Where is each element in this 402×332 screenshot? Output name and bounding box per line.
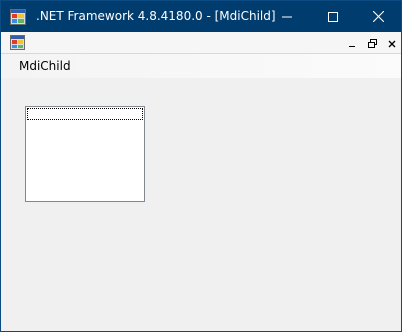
mdi-minimize-button[interactable] — [344, 35, 360, 49]
client-area — [1, 78, 401, 331]
list-box[interactable] — [25, 106, 145, 202]
minimize-icon — [282, 7, 292, 26]
mdi-child-icon[interactable] — [10, 35, 25, 50]
main-window: .NET Framework 4.8.4180.0 - [MdiChild] M… — [0, 0, 402, 332]
mdi-close-icon — [388, 33, 396, 52]
menu-item-mdichild[interactable]: MdiChild — [13, 56, 77, 76]
mdi-restore-button[interactable] — [364, 35, 380, 49]
minimize-button[interactable] — [264, 1, 310, 32]
mdi-close-button[interactable] — [384, 35, 400, 49]
menu-bar: MdiChild — [1, 54, 401, 78]
mdi-child-control-bar — [1, 32, 401, 54]
maximize-icon — [328, 7, 338, 26]
window-title: .NET Framework 4.8.4180.0 - [MdiChild] — [36, 9, 276, 23]
mdi-minimize-icon — [348, 33, 356, 52]
mdi-restore-icon — [367, 33, 377, 52]
close-icon — [372, 7, 384, 26]
app-window-icon[interactable] — [10, 9, 26, 25]
close-button[interactable] — [355, 1, 401, 32]
list-item[interactable] — [27, 108, 143, 120]
title-bar[interactable]: .NET Framework 4.8.4180.0 - [MdiChild] — [1, 1, 401, 32]
maximize-button[interactable] — [310, 1, 356, 32]
